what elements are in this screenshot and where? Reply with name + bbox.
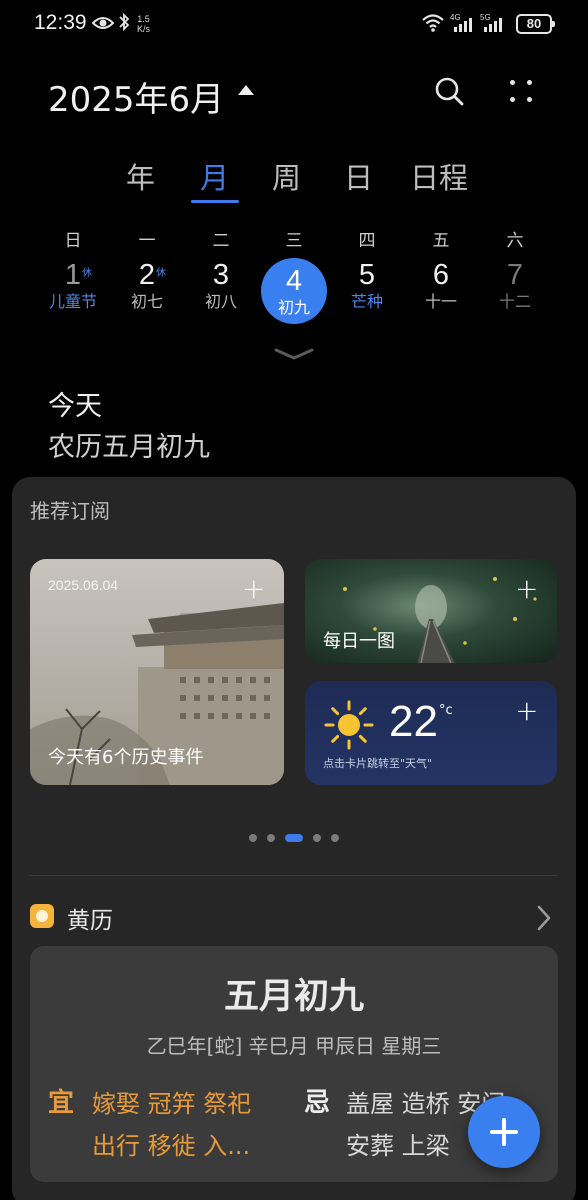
today-title: 今天 bbox=[48, 391, 102, 422]
pager-dot[interactable] bbox=[313, 833, 321, 842]
day-cell-today[interactable]: 4 初九 bbox=[261, 258, 327, 324]
today-lunar-date: 农历五月初九 bbox=[48, 432, 210, 463]
weekday-tue: 二 bbox=[212, 231, 230, 251]
day-number: 5 bbox=[358, 259, 376, 291]
caret-up-icon[interactable] bbox=[238, 85, 254, 95]
bluetooth-icon bbox=[118, 12, 130, 36]
day-lunar: 儿童节 bbox=[48, 292, 97, 311]
daily-photo-card[interactable]: + 每日一图 bbox=[305, 559, 557, 663]
almanac-title[interactable]: 黄历 bbox=[67, 901, 113, 935]
signal-bars-icon bbox=[484, 16, 502, 32]
day-lunar: 芒种 bbox=[350, 292, 383, 311]
day-number: 4 bbox=[285, 265, 303, 297]
day-cell-1[interactable]: 1 休 儿童节 bbox=[38, 258, 108, 324]
add-icon[interactable]: + bbox=[242, 575, 265, 603]
add-icon[interactable]: + bbox=[515, 697, 538, 725]
day-lunar: 初八 bbox=[204, 292, 237, 311]
weekday-wed: 三 bbox=[285, 231, 303, 251]
content-panel: 推荐订阅 2025.06.04 + 今天有6个历史事件 + 每日一图 22 °c… bbox=[12, 477, 576, 1200]
day-lunar: 初七 bbox=[130, 292, 163, 311]
day-number: 6 bbox=[432, 259, 450, 291]
month-title[interactable]: 2025年6月 bbox=[48, 72, 224, 121]
tab-day[interactable]: 日 bbox=[344, 155, 373, 197]
chevron-down-icon[interactable] bbox=[274, 346, 314, 365]
section-title-subscriptions: 推荐订阅 bbox=[30, 499, 110, 523]
sunny-icon bbox=[323, 699, 375, 755]
almanac-ganzhi: 乙巳年[蛇] 辛巳月 甲辰日 星期三 bbox=[146, 1034, 442, 1058]
add-icon[interactable]: + bbox=[515, 575, 538, 603]
pager-dot-active[interactable] bbox=[285, 833, 303, 842]
weekday-mon: 一 bbox=[138, 231, 156, 251]
signal-bars-icon bbox=[454, 16, 472, 32]
day-cell-2[interactable]: 2 休 初七 bbox=[112, 258, 182, 324]
speed-value: 1.5 bbox=[137, 14, 150, 24]
history-events-card[interactable]: 2025.06.04 + 今天有6个历史事件 bbox=[30, 559, 284, 785]
day-number: 3 bbox=[212, 259, 230, 291]
battery-icon: 80 bbox=[516, 14, 555, 34]
day-cell-7[interactable]: 7 十二 bbox=[480, 258, 550, 324]
yi-items-line2: 出行 移徙 入... bbox=[92, 1132, 251, 1160]
almanac-lunar-date: 五月初九 bbox=[223, 977, 364, 1017]
temperature-value: 22 bbox=[389, 697, 438, 746]
carousel-pager bbox=[12, 827, 576, 846]
day-lunar: 十一 bbox=[424, 292, 457, 311]
status-bar: 12:39 1.5 K/s 4G 5G 80 bbox=[0, 0, 588, 50]
more-icon[interactable] bbox=[508, 78, 536, 106]
day-lunar: 初九 bbox=[277, 298, 310, 317]
rest-badge: 休 bbox=[156, 268, 166, 279]
weekday-sat: 六 bbox=[506, 231, 524, 251]
speed-unit: K/s bbox=[137, 24, 151, 34]
status-time: 12:39 bbox=[34, 11, 87, 34]
chevron-right-icon[interactable] bbox=[536, 904, 552, 936]
tab-year[interactable]: 年 bbox=[126, 155, 155, 197]
day-cell-3[interactable]: 3 初八 bbox=[186, 258, 256, 324]
yi-items-line1: 嫁娶 冠笄 祭祀 bbox=[92, 1090, 252, 1118]
day-cell-6[interactable]: 6 十一 bbox=[406, 258, 476, 324]
day-number: 1 bbox=[64, 259, 82, 291]
ji-label: 忌 bbox=[304, 1088, 331, 1118]
weather-card[interactable]: 22 °c + 点击卡片跳转至"天气" bbox=[305, 681, 557, 785]
day-number: 7 bbox=[506, 259, 524, 291]
add-event-button[interactable] bbox=[468, 1096, 540, 1168]
network-speed: 1.5 K/s bbox=[137, 14, 150, 34]
pager-dot[interactable] bbox=[267, 833, 275, 842]
temperature-unit: °c bbox=[439, 703, 453, 718]
search-icon[interactable] bbox=[434, 76, 466, 112]
divider bbox=[30, 875, 558, 876]
tab-underline bbox=[191, 200, 239, 203]
day-number: 2 bbox=[138, 259, 156, 291]
weekday-sun: 日 bbox=[64, 231, 82, 251]
view-tabs: 年 月 周 日 日程 bbox=[0, 155, 588, 205]
rest-badge: 休 bbox=[82, 268, 92, 279]
weekday-thu: 四 bbox=[358, 231, 376, 251]
eye-comfort-icon bbox=[91, 15, 115, 35]
pager-dot[interactable] bbox=[249, 833, 257, 842]
tab-schedule[interactable]: 日程 bbox=[410, 155, 468, 197]
history-caption: 今天有6个历史事件 bbox=[48, 747, 204, 768]
day-lunar: 十二 bbox=[498, 292, 531, 311]
tab-week[interactable]: 周 bbox=[272, 155, 301, 197]
pager-dot[interactable] bbox=[331, 833, 339, 842]
weekday-fri: 五 bbox=[432, 231, 450, 251]
yi-label: 宜 bbox=[48, 1088, 75, 1118]
tab-month[interactable]: 月 bbox=[200, 155, 229, 197]
photo-caption: 每日一图 bbox=[323, 631, 395, 652]
weather-hint: 点击卡片跳转至"天气" bbox=[323, 757, 433, 770]
history-date: 2025.06.04 bbox=[48, 577, 119, 593]
day-cell-5[interactable]: 5 芒种 bbox=[332, 258, 402, 324]
almanac-icon bbox=[30, 904, 54, 928]
wifi-icon bbox=[421, 13, 445, 37]
